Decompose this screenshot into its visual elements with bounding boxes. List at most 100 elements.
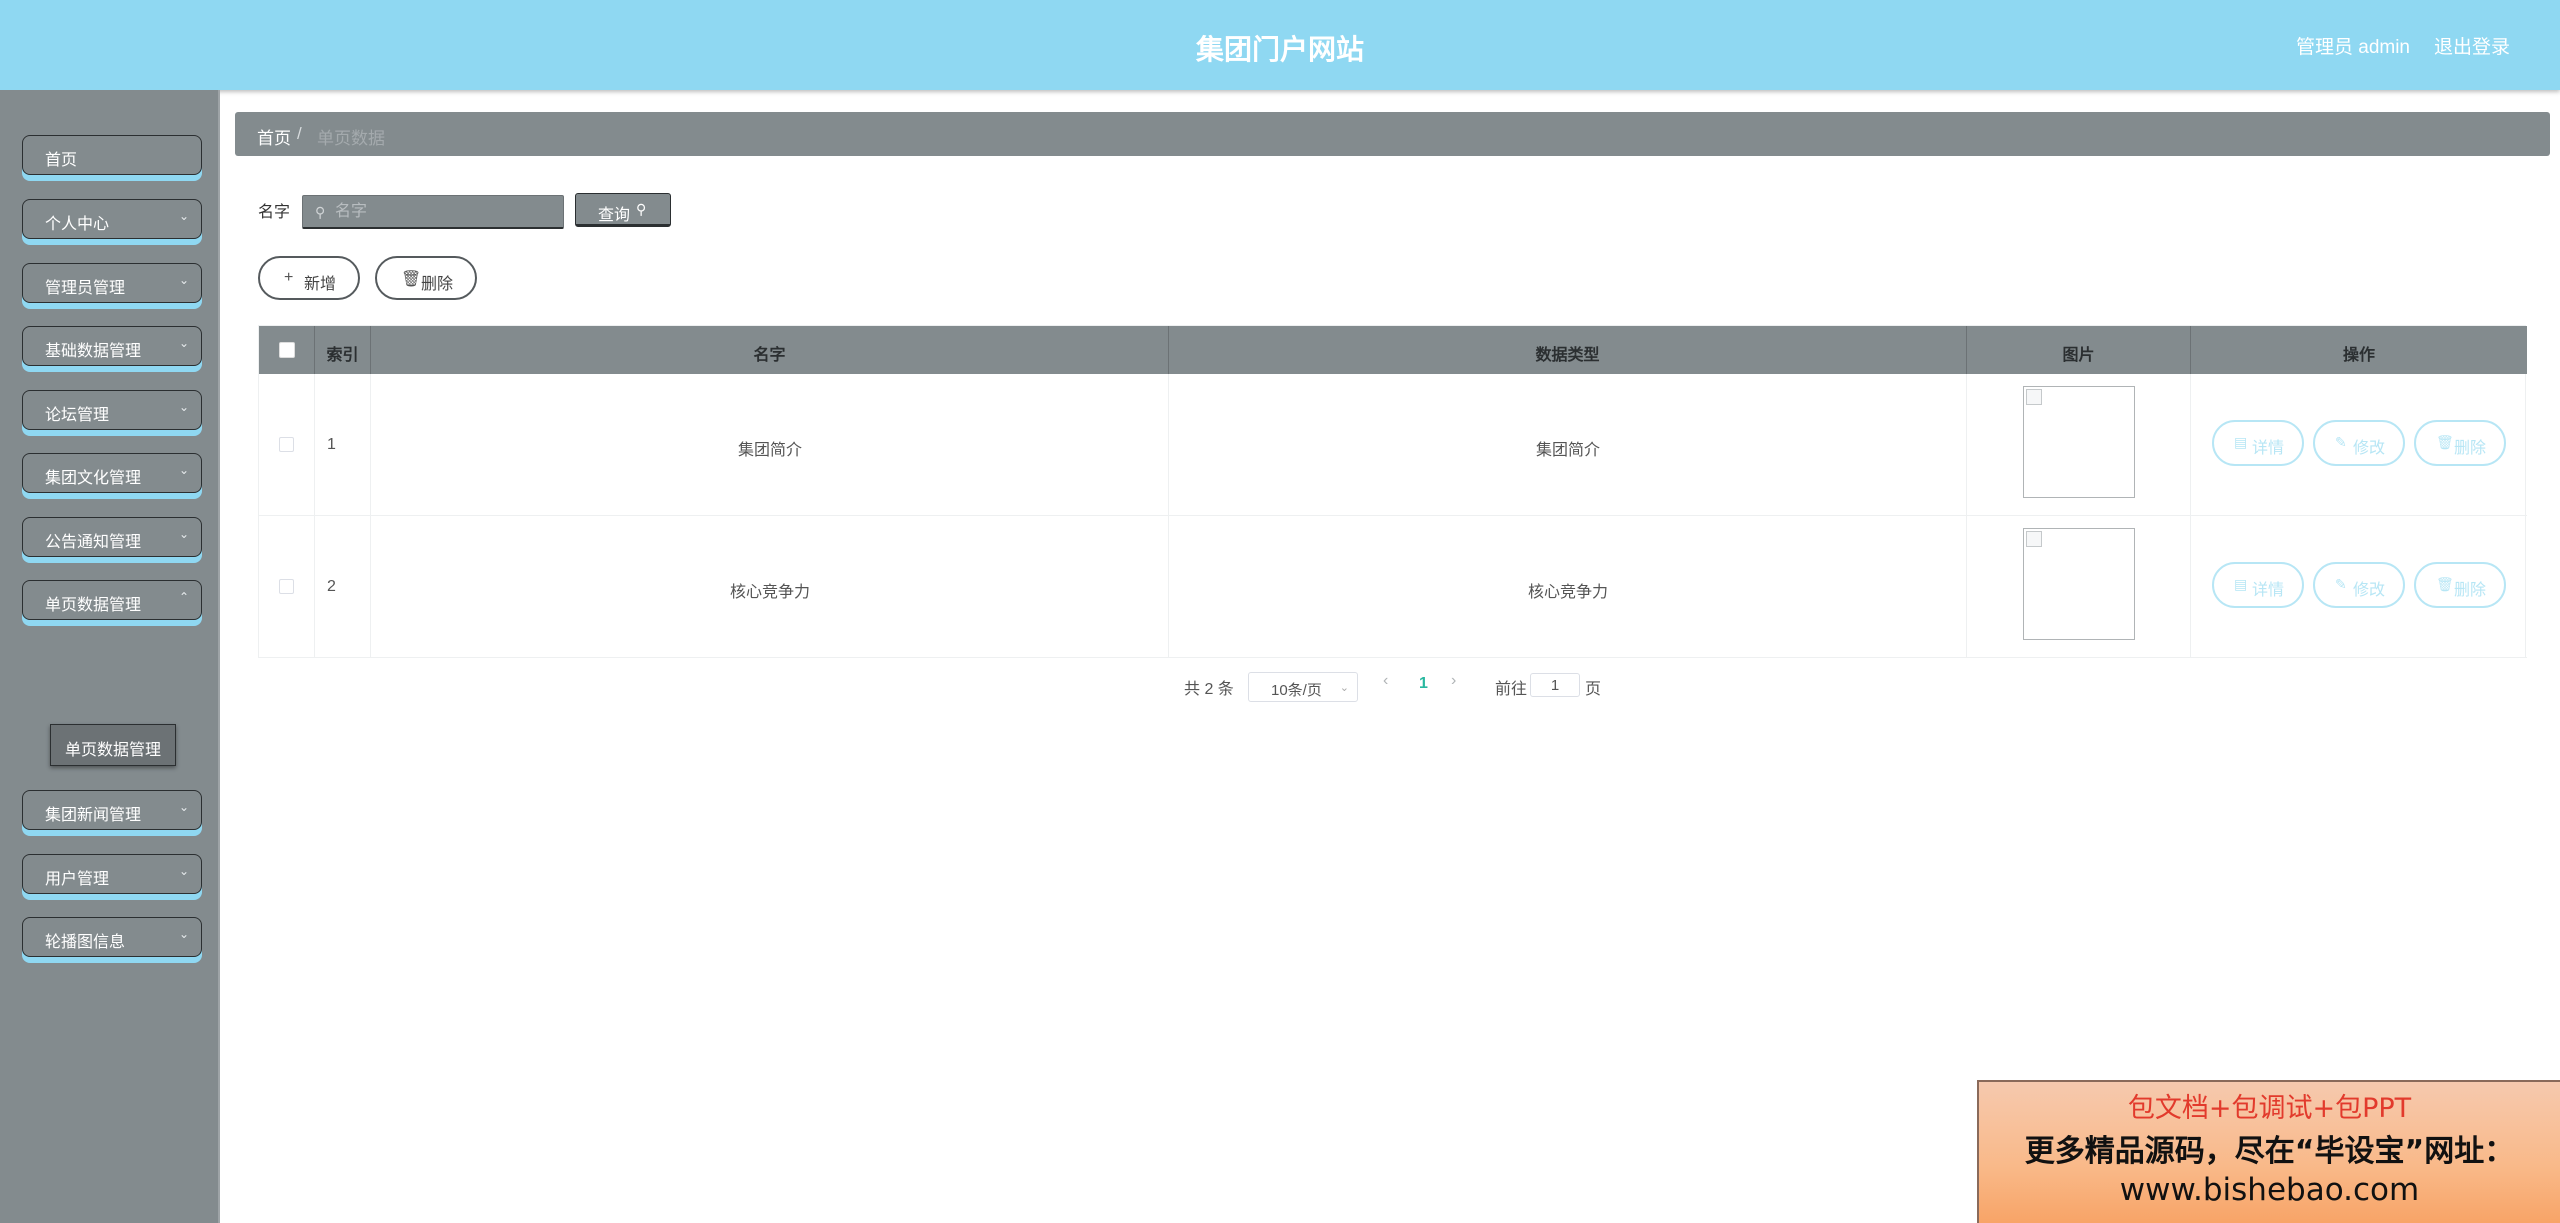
submenu-item-single-page-data[interactable]: 单页数据管理 (50, 724, 176, 766)
prev-page-icon[interactable]: ‹ (1383, 672, 1388, 690)
sidebar-item-admin-management[interactable]: 管理员管理 ⌄ (22, 263, 202, 303)
edit-button[interactable]: ✎ 修改 (2313, 420, 2405, 466)
sidebar-item-label: 基础数据管理 (45, 343, 142, 360)
chevron-down-icon: ⌄ (1339, 682, 1349, 694)
cell-divider (315, 516, 371, 658)
chevron-down-icon: ⌄ (178, 864, 189, 878)
table-row: 2 核心竞争力 核心竞争力 ▤ 详情 ✎ 修改 🗑 删除 (259, 516, 2527, 658)
chevron-down-icon: ⌄ (178, 927, 189, 941)
detail-button-label: 详情 (2252, 582, 2285, 599)
sidebar-item-label: 管理员管理 (45, 280, 126, 297)
sidebar-item-personal-center[interactable]: 个人中心 ⌄ (22, 199, 202, 239)
add-button[interactable]: + 新增 (258, 256, 360, 300)
sidebar: 首页 个人中心 ⌄ 管理员管理 ⌄ 基础数据管理 ⌄ 论坛管理 ⌄ 集团文化管理… (0, 90, 220, 1223)
table-header: 索引 名字 数据类型 图片 操作 (259, 326, 2527, 374)
search-icon: ⚲ (636, 201, 647, 217)
delete-button[interactable]: 🗑 删除 (375, 256, 477, 300)
sidebar-item-label: 论坛管理 (45, 407, 110, 424)
row-delete-button[interactable]: 🗑 删除 (2414, 420, 2506, 466)
sidebar-item-home[interactable]: 首页 (22, 135, 202, 175)
chevron-down-icon: ⌄ (178, 400, 189, 414)
select-all-checkbox[interactable] (279, 342, 295, 358)
page-unit-label: 页 (1585, 681, 1602, 698)
sidebar-item-notice[interactable]: 公告通知管理 ⌄ (22, 517, 202, 557)
watermark-line-1: 包文档+包调试+包PPT (2127, 1093, 2412, 1124)
sidebar-item-carousel[interactable]: 轮播图信息 ⌄ (22, 917, 202, 957)
breadcrumb: 首页 / 单页数据 (235, 112, 2550, 156)
goto-label: 前往 (1495, 681, 1528, 698)
sidebar-item-label: 用户管理 (45, 871, 110, 888)
row-delete-button-label: 删除 (2454, 440, 2487, 457)
trash-icon: 🗑 (2436, 576, 2454, 592)
trash-icon: 🗑 (401, 271, 422, 288)
column-header-label: 图片 (2062, 347, 2095, 364)
watermark-line-2: 更多精品源码，尽在“毕设宝”网址： (2024, 1134, 2515, 1169)
sidebar-item-label: 个人中心 (45, 216, 110, 233)
sidebar-item-label: 集团新闻管理 (45, 807, 142, 824)
row-type: 集团简介 (1535, 442, 1600, 459)
data-table: 索引 名字 数据类型 图片 操作 1 集团简介 集团简介 ▤ 详情 ✎ 修改 🗑… (258, 325, 2527, 658)
chevron-down-icon: ⌄ (178, 336, 189, 350)
row-name: 核心竞争力 (729, 584, 810, 601)
broken-image-icon (2026, 389, 2042, 405)
row-delete-button[interactable]: 🗑 删除 (2414, 562, 2506, 608)
trash-icon: 🗑 (2436, 434, 2454, 450)
column-header-label: 索引 (326, 347, 359, 364)
sidebar-item-label: 单页数据管理 (45, 597, 142, 614)
row-checkbox[interactable] (279, 437, 294, 452)
chevron-down-icon: ⌄ (178, 273, 189, 287)
column-header-index: 索引 (315, 326, 371, 374)
search-icon: ⚲ (315, 204, 326, 220)
watermark-line-3: www.bishebao.com (2119, 1172, 2420, 1208)
sidebar-item-group-news[interactable]: 集团新闻管理 ⌄ (22, 790, 202, 830)
sidebar-item-group-culture[interactable]: 集团文化管理 ⌄ (22, 453, 202, 493)
row-index: 1 (327, 436, 336, 453)
detail-button[interactable]: ▤ 详情 (2212, 420, 2304, 466)
row-image (2023, 386, 2135, 498)
plus-icon: + (284, 269, 294, 286)
chevron-up-icon: ⌃ (178, 590, 189, 604)
column-header-name: 名字 (371, 326, 1169, 374)
column-header-label: 名字 (753, 347, 786, 364)
header-select-all (259, 326, 315, 374)
row-checkbox[interactable] (279, 579, 294, 594)
current-user: 管理员 admin (2295, 37, 2410, 58)
chevron-down-icon: ⌄ (178, 800, 189, 814)
query-button[interactable]: 查询 ⚲ (575, 193, 671, 227)
sidebar-item-basic-data[interactable]: 基础数据管理 ⌄ (22, 326, 202, 366)
sidebar-item-forum[interactable]: 论坛管理 ⌄ (22, 390, 202, 430)
chevron-down-icon: ⌄ (178, 527, 189, 541)
breadcrumb-current: 单页数据 (317, 129, 385, 148)
sidebar-item-user-management[interactable]: 用户管理 ⌄ (22, 854, 202, 894)
goto-page-input[interactable] (1530, 673, 1580, 697)
search-input[interactable] (335, 200, 555, 224)
page-number-current[interactable]: 1 (1419, 675, 1428, 693)
breadcrumb-separator: / (297, 124, 302, 143)
breadcrumb-home[interactable]: 首页 (257, 124, 291, 149)
sidebar-item-label: 轮播图信息 (45, 934, 126, 951)
detail-button[interactable]: ▤ 详情 (2212, 562, 2304, 608)
edit-button-label: 修改 (2353, 582, 2386, 599)
add-button-label: 新增 (304, 276, 337, 293)
sidebar-item-label: 首页 (45, 152, 78, 169)
sidebar-item-single-page-data[interactable]: 单页数据管理 ⌃ (22, 580, 202, 620)
row-image (2023, 528, 2135, 640)
pencil-icon: ✎ (2335, 434, 2347, 450)
row-delete-button-label: 删除 (2454, 582, 2487, 599)
site-title: 集团门户网站 (1195, 34, 1364, 65)
logout-link[interactable]: 退出登录 (2434, 32, 2510, 59)
page-size-label: 10条/页 (1271, 682, 1322, 699)
edit-button-label: 修改 (2353, 440, 2386, 457)
pagination-total: 共 2 条 (1184, 681, 1234, 698)
chevron-down-icon: ⌄ (178, 463, 189, 477)
page-size-select[interactable]: 10条/页 ⌄ (1248, 672, 1358, 702)
next-page-icon[interactable]: › (1451, 672, 1456, 690)
search-input-wrapper[interactable]: ⚲ (302, 195, 564, 229)
column-header-actions: 操作 (2191, 326, 2527, 374)
row-name: 集团简介 (737, 442, 802, 459)
table-row: 1 集团简介 集团简介 ▤ 详情 ✎ 修改 🗑 删除 (259, 374, 2527, 516)
query-button-label: 查询 (598, 207, 631, 224)
document-icon: ▤ (2234, 576, 2248, 592)
search-label: 名字 (258, 204, 291, 221)
edit-button[interactable]: ✎ 修改 (2313, 562, 2405, 608)
